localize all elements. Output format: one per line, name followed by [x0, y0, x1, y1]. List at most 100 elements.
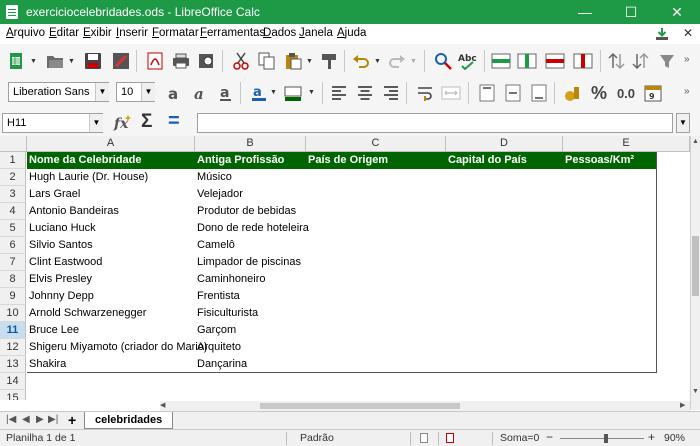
column-header-b[interactable]: B — [195, 136, 306, 152]
font-size-select[interactable]: 10 ▼ — [116, 82, 155, 102]
print-icon[interactable] — [170, 50, 192, 72]
align-center-icon[interactable] — [354, 82, 376, 104]
minimize-button[interactable]: — — [562, 0, 608, 24]
row-header[interactable]: 8 — [0, 271, 26, 288]
wrap-text-icon[interactable] — [414, 82, 436, 104]
spreadsheet-grid[interactable]: A B C D E 1 2 3 4 5 6 7 8 9 10 11 12 13 … — [0, 136, 690, 400]
row-header[interactable]: 14 — [0, 373, 26, 390]
formula-input[interactable] — [197, 113, 673, 133]
first-sheet-icon[interactable]: |◀ — [6, 414, 16, 425]
expand-formula-bar-icon[interactable]: ▼ — [676, 113, 690, 133]
close-button[interactable]: ✕ — [654, 0, 700, 24]
chevron-down-icon[interactable]: ▼ — [141, 83, 155, 101]
menu-inserir[interactable]: Inserir — [116, 27, 148, 39]
row-header[interactable]: 6 — [0, 237, 26, 254]
row-header[interactable]: 7 — [0, 254, 26, 271]
zoom-slider-knob[interactable] — [604, 434, 608, 443]
zoom-level[interactable]: 90% — [664, 432, 685, 444]
column-header-d[interactable]: D — [446, 136, 563, 152]
vertical-scrollbar[interactable]: ▲ ▼ — [690, 136, 700, 410]
number-format-icon[interactable]: 0.0 — [614, 82, 638, 104]
column-icon[interactable] — [516, 50, 538, 72]
row-header[interactable]: 1 — [0, 152, 26, 169]
align-right-icon[interactable] — [380, 82, 402, 104]
column-header-e[interactable]: E — [563, 136, 690, 152]
save-as-icon[interactable] — [110, 50, 132, 72]
download-icon[interactable] — [654, 26, 670, 42]
row-icon[interactable] — [490, 50, 512, 72]
cut-icon[interactable] — [230, 50, 252, 72]
horizontal-scroll-thumb[interactable] — [260, 403, 460, 409]
menu-editar[interactable]: Editar — [49, 27, 79, 39]
maximize-button[interactable]: ☐ — [608, 0, 654, 24]
delete-columns-icon[interactable] — [572, 50, 594, 72]
font-color-icon[interactable]: a — [248, 82, 270, 104]
row-header[interactable]: 13 — [0, 356, 26, 373]
more-options-icon[interactable]: » — [684, 86, 690, 97]
chevron-down-icon[interactable]: ▼ — [308, 89, 315, 96]
merge-cells-icon[interactable] — [440, 82, 462, 104]
menu-dados[interactable]: Dados — [263, 27, 296, 39]
italic-icon[interactable]: a — [189, 82, 211, 104]
row-header[interactable]: 2 — [0, 169, 26, 186]
scroll-down-icon[interactable]: ▼ — [692, 388, 699, 395]
zoom-slider[interactable] — [560, 438, 644, 439]
sort-ascending-icon[interactable] — [606, 50, 628, 72]
copy-icon[interactable] — [256, 50, 278, 72]
background-color-icon[interactable] — [282, 82, 304, 104]
bold-icon[interactable]: a — [163, 82, 185, 104]
more-options-icon[interactable]: » — [684, 54, 690, 65]
redo-icon[interactable] — [386, 50, 408, 72]
column-header-a[interactable]: A — [27, 136, 195, 152]
delete-rows-icon[interactable] — [544, 50, 566, 72]
menu-formatar[interactable]: Formatar — [152, 27, 199, 39]
align-bottom-icon[interactable] — [528, 82, 550, 104]
zoom-out-button[interactable]: − — [546, 430, 553, 444]
last-sheet-icon[interactable]: ▶| — [48, 414, 58, 425]
scroll-left-icon[interactable]: ◀ — [160, 401, 165, 409]
chevron-down-icon[interactable]: ▼ — [410, 58, 417, 65]
spellcheck-icon[interactable]: Abc — [458, 50, 480, 72]
sum-icon[interactable]: Σ — [141, 111, 152, 133]
row-header[interactable]: 12 — [0, 339, 26, 356]
print-preview-icon[interactable] — [196, 50, 218, 72]
chevron-down-icon[interactable]: ▼ — [374, 58, 381, 65]
row-header[interactable]: 5 — [0, 220, 26, 237]
new-document-icon[interactable] — [6, 50, 28, 72]
formula-icon[interactable]: = — [168, 110, 180, 133]
document-modified-icon[interactable] — [446, 433, 454, 443]
sheet-tab-celebridades[interactable]: celebridades — [84, 412, 174, 429]
selection-sum[interactable]: Soma=0 — [500, 432, 539, 444]
previous-sheet-icon[interactable]: ◀ — [22, 414, 30, 425]
next-sheet-icon[interactable]: ▶ — [36, 414, 44, 425]
export-pdf-icon[interactable] — [144, 50, 166, 72]
row-header-selected[interactable]: 11 — [0, 322, 26, 339]
find-replace-icon[interactable] — [432, 50, 454, 72]
menu-ajuda[interactable]: Ajuda — [337, 27, 366, 39]
scroll-up-icon[interactable]: ▲ — [692, 138, 699, 145]
row-header[interactable]: 10 — [0, 305, 26, 322]
undo-icon[interactable] — [350, 50, 372, 72]
chevron-down-icon[interactable]: ▼ — [95, 83, 109, 101]
chevron-down-icon[interactable]: ▼ — [306, 58, 313, 65]
menu-janela[interactable]: Janela — [299, 27, 333, 39]
chevron-down-icon[interactable]: ▼ — [89, 114, 103, 132]
center-vertically-icon[interactable] — [502, 82, 524, 104]
paste-icon[interactable] — [282, 50, 304, 72]
column-header-c[interactable]: C — [306, 136, 446, 152]
open-folder-icon[interactable] — [44, 50, 66, 72]
font-name-select[interactable]: Liberation Sans ▼ — [8, 82, 109, 102]
menu-exibir[interactable]: Exibir — [83, 27, 112, 39]
row-header[interactable]: 3 — [0, 186, 26, 203]
date-format-icon[interactable]: 9 — [642, 82, 664, 104]
align-top-icon[interactable] — [476, 82, 498, 104]
function-wizard-icon[interactable]: fx — [112, 113, 134, 133]
chevron-down-icon[interactable]: ▼ — [30, 58, 37, 65]
select-all-corner[interactable] — [0, 136, 27, 152]
horizontal-scrollbar[interactable]: ◀ ▶ — [160, 401, 690, 411]
menu-ferramentas[interactable]: Ferramentas — [200, 27, 265, 39]
underline-icon[interactable]: a — [215, 82, 237, 104]
selection-mode-icon[interactable] — [420, 433, 428, 443]
chevron-down-icon[interactable]: ▼ — [270, 89, 277, 96]
clone-formatting-icon[interactable] — [318, 50, 340, 72]
